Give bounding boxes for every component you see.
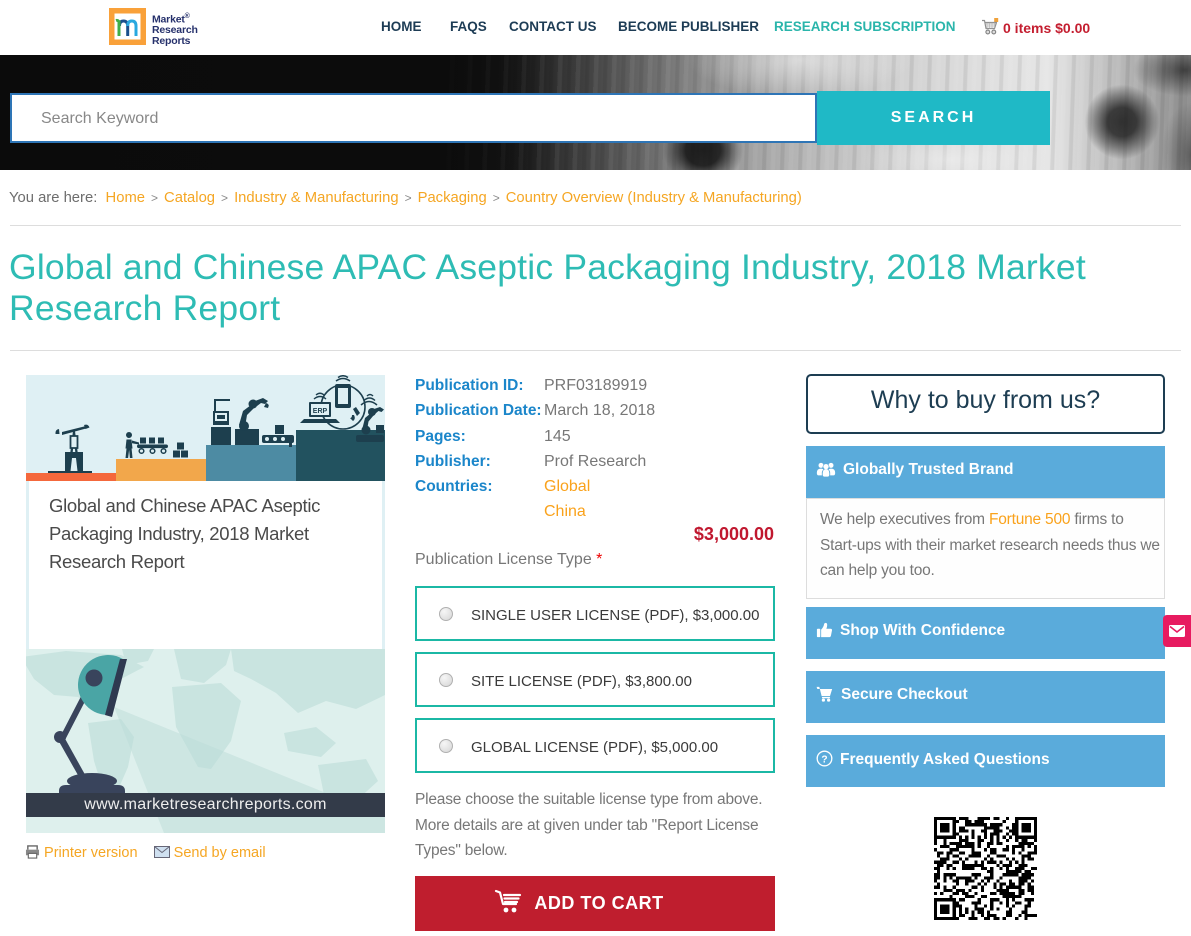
svg-text:ERP: ERP (313, 408, 328, 415)
svg-text:?: ? (821, 754, 827, 765)
